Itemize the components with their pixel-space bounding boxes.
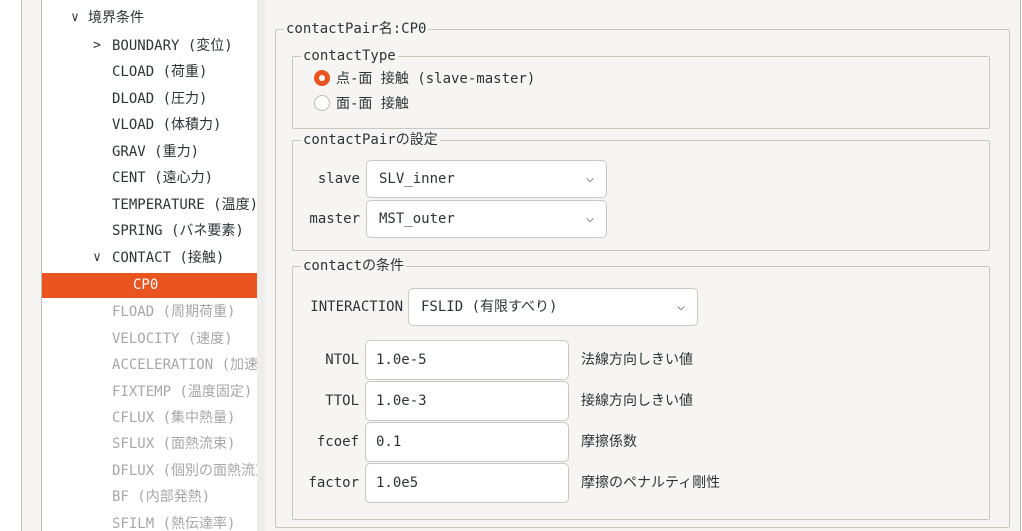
tree-item-label: ACCELERATION (加速度) xyxy=(112,357,258,373)
ntol-value: 1.0e-5 xyxy=(376,352,427,368)
tree-item-cp0[interactable]: CP0 xyxy=(42,273,258,298)
contact-type-title: contactType xyxy=(303,48,396,64)
tree-item-fixtemp[interactable]: FIXTEMP (温度固定) xyxy=(42,379,258,405)
factor-label: factor xyxy=(308,475,359,491)
ttol-label: TTOL xyxy=(325,393,359,409)
interaction-combo[interactable]: FSLID (有限すべり) ⌵ xyxy=(408,288,698,326)
ntol-label: NTOL xyxy=(325,352,359,368)
tree-item-label: VELOCITY (速度) xyxy=(112,331,233,347)
interaction-label: INTERACTION xyxy=(310,299,403,315)
fcoef-description: 摩擦係数 xyxy=(581,434,637,450)
radio-node-to-surface[interactable]: 点-面 接触 (slave-master) xyxy=(314,68,535,90)
slave-label: slave xyxy=(317,171,360,187)
pane-divider[interactable] xyxy=(257,0,265,531)
tree-item-boundary-conditions[interactable]: ∨ 境界条件 xyxy=(42,5,258,31)
tree-item-label: VLOAD (体積力) xyxy=(112,117,222,133)
ttol-description: 接線方向しきい値 xyxy=(581,393,693,409)
tree-item-temperature[interactable]: TEMPERATURE (温度) xyxy=(42,192,258,218)
ttol-value: 1.0e-3 xyxy=(376,393,427,409)
tree-item-spring[interactable]: SPRING (バネ要素) xyxy=(42,218,258,244)
contact-pair-panel: contactPair名:CP0 contactType 点-面 接触 (sla… xyxy=(265,0,1018,531)
factor-value: 1.0e5 xyxy=(376,475,419,491)
ntol-input[interactable]: 1.0e-5 xyxy=(365,340,569,380)
tree-item-label: SFILM (熱伝達率) xyxy=(112,516,236,531)
tree-item-dflux[interactable]: DFLUX (個別の面熱流束) xyxy=(42,458,258,484)
tree-item-boundary[interactable]: > BOUNDARY (変位) xyxy=(42,33,258,59)
tree-item-vload[interactable]: VLOAD (体積力) xyxy=(42,112,258,138)
ttol-input[interactable]: 1.0e-3 xyxy=(365,381,569,421)
contact-pair-title: contactPair名:CP0 xyxy=(286,21,427,37)
tree-item-acceleration[interactable]: ACCELERATION (加速度) xyxy=(42,352,258,378)
factor-description: 摩擦のペナルティ剛性 xyxy=(581,475,721,491)
chevron-down-icon: ⌵ xyxy=(586,211,594,226)
radio-label: 面-面 接触 xyxy=(336,96,409,112)
tree-item-cent[interactable]: CENT (遠心力) xyxy=(42,165,258,191)
master-combo[interactable]: MST_outer ⌵ xyxy=(366,200,607,238)
tree-item-cflux[interactable]: CFLUX (集中熱量) xyxy=(42,405,258,431)
radio-checked-icon[interactable] xyxy=(314,70,330,86)
radio-unchecked-icon[interactable] xyxy=(314,95,330,111)
slave-combo[interactable]: SLV_inner ⌵ xyxy=(366,160,607,198)
tree-item-velocity[interactable]: VELOCITY (速度) xyxy=(42,326,258,352)
tree-item-label: GRAV (重力) xyxy=(112,144,200,160)
tree-item-sfilm[interactable]: SFILM (熱伝達率) xyxy=(42,511,258,531)
radio-surface-to-surface[interactable]: 面-面 接触 xyxy=(314,93,409,115)
tree-item-label: DLOAD (圧力) xyxy=(112,91,208,107)
fcoef-value: 0.1 xyxy=(376,434,402,450)
tree-item-label: FIXTEMP (温度固定) xyxy=(112,384,253,400)
tree-item-label: 境界条件 xyxy=(88,10,144,26)
tree-item-label: BOUNDARY (変位) xyxy=(112,38,233,54)
tree-item-bf[interactable]: BF (内部発熱) xyxy=(42,484,258,510)
tree-item-label: CENT (遠心力) xyxy=(112,170,214,186)
factor-input[interactable]: 1.0e5 xyxy=(365,463,569,503)
fcoef-label: fcoef xyxy=(316,434,359,450)
tree-item-label: BF (内部発熱) xyxy=(112,489,211,505)
tree-item-label: FLOAD (周期荷重) xyxy=(112,304,236,320)
tree-item-label: DFLUX (個別の面熱流束) xyxy=(112,463,258,479)
chevron-right-icon[interactable]: > xyxy=(90,33,104,59)
slave-value: SLV_inner xyxy=(379,171,455,187)
tree-item-label: SFLUX (面熱流束) xyxy=(112,436,236,452)
radio-label: 点-面 接触 (slave-master) xyxy=(336,71,536,87)
interaction-value: FSLID (有限すべり) xyxy=(421,299,558,315)
condition-tree: ∨ 境界条件 > BOUNDARY (変位) CLOAD (荷重) DLOAD … xyxy=(41,0,259,531)
conditions-title: contactの条件 xyxy=(303,258,405,274)
tree-item-label: CLOAD (荷重) xyxy=(112,64,208,80)
chevron-down-icon: ⌵ xyxy=(677,299,685,314)
tree-item-label: CP0 xyxy=(133,277,159,293)
ntol-description: 法線方向しきい値 xyxy=(581,352,693,368)
tree-item-label: CONTACT (接触) xyxy=(112,250,225,266)
pair-settings-title: contactPairの設定 xyxy=(303,132,438,148)
fcoef-input[interactable]: 0.1 xyxy=(365,422,569,462)
tree-item-fload[interactable]: FLOAD (周期荷重) xyxy=(42,299,258,325)
tree-item-contact[interactable]: ∨ CONTACT (接触) xyxy=(42,245,258,271)
tree-item-label: CFLUX (集中熱量) xyxy=(112,410,236,426)
master-label: master xyxy=(309,211,360,227)
tree-item-label: SPRING (バネ要素) xyxy=(112,223,244,239)
chevron-down-icon[interactable]: ∨ xyxy=(90,245,104,271)
tree-item-dload[interactable]: DLOAD (圧力) xyxy=(42,86,258,112)
tree-item-sflux[interactable]: SFLUX (面熱流束) xyxy=(42,431,258,457)
tree-item-cload[interactable]: CLOAD (荷重) xyxy=(42,59,258,85)
chevron-down-icon[interactable]: ∨ xyxy=(68,5,82,31)
master-value: MST_outer xyxy=(379,211,455,227)
tree-item-grav[interactable]: GRAV (重力) xyxy=(42,139,258,165)
chevron-down-icon: ⌵ xyxy=(586,171,594,186)
tree-item-label: TEMPERATURE (温度) xyxy=(112,197,258,213)
